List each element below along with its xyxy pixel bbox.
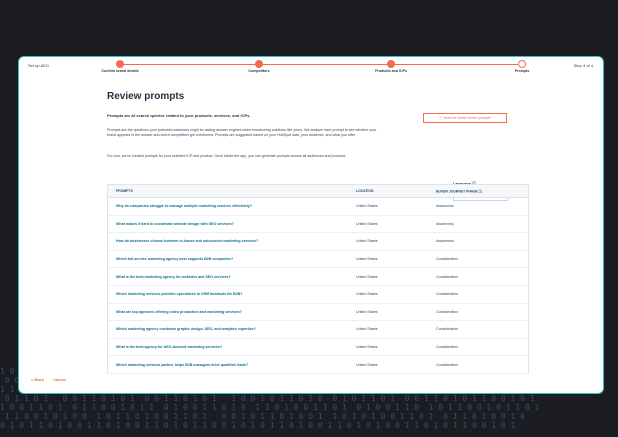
- table-row[interactable]: What makes it hard to coordinate website…: [108, 216, 528, 234]
- location-text: United States: [356, 327, 378, 332]
- phase-text: Consideration: [436, 327, 459, 332]
- table-row[interactable]: Why do companies struggle to manage mult…: [108, 198, 528, 216]
- header-buyer-journey-phase: BUYER JOURNEY PHASE ⓘ: [436, 189, 483, 194]
- location-text: United States: [356, 257, 378, 262]
- step-4-current-icon: [518, 60, 526, 68]
- location-text: United States: [356, 362, 378, 367]
- step-3-complete-icon: [387, 60, 395, 68]
- page-subtitle: Prompts are AI search queries related to…: [107, 113, 251, 118]
- intro-paragraph: Prompts are the questions your potential…: [107, 128, 377, 138]
- step-1-complete-icon: [116, 60, 124, 68]
- prompt-text[interactable]: Which full-service marketing agency best…: [116, 257, 233, 261]
- setup-title: Set up AEO: [28, 63, 49, 68]
- setup-wizard-window: Set up AEO Confirm brand details Competi…: [18, 56, 604, 394]
- location-text: United States: [356, 292, 378, 297]
- step-2-label: Competitors: [248, 69, 270, 73]
- table-row[interactable]: Which full-service marketing agency best…: [108, 251, 528, 269]
- scope-paragraph: For now, we've created prompts for your …: [107, 154, 347, 158]
- phase-text: Consideration: [436, 309, 459, 314]
- location-text: United States: [356, 309, 378, 314]
- step-3-label: Products and ICPs: [375, 69, 407, 73]
- page-title: Review prompts: [107, 91, 185, 102]
- table-row[interactable]: What is the best marketing agency for we…: [108, 268, 528, 286]
- wizard-progress-bar: Set up AEO Confirm brand details Competi…: [19, 57, 603, 83]
- location-text: United States: [356, 345, 378, 350]
- phase-text: Consideration: [436, 274, 459, 279]
- progress-line: [120, 64, 522, 65]
- prompt-text[interactable]: How do businesses choose between in-hous…: [116, 239, 258, 243]
- table-row[interactable]: How do businesses choose between in-hous…: [108, 233, 528, 251]
- location-text: United States: [356, 221, 378, 226]
- info-icon: ⓘ: [478, 189, 483, 194]
- location-text: United States: [356, 239, 378, 244]
- prompt-text[interactable]: What is the best marketing agency for we…: [116, 275, 231, 279]
- table-header: PROMPTS LOCATION BUYER JOURNEY PHASE ⓘ: [108, 185, 528, 198]
- phase-text: Awareness: [436, 204, 454, 209]
- prompt-text[interactable]: What makes it hard to coordinate website…: [116, 222, 234, 226]
- location-text: United States: [356, 274, 378, 279]
- table-row[interactable]: Which marketing agency combines graphic …: [108, 321, 528, 339]
- table-row[interactable]: Which marketing services provider specia…: [108, 286, 528, 304]
- header-location: LOCATION: [356, 189, 374, 193]
- phase-text: Consideration: [436, 362, 459, 367]
- back-button[interactable]: < Back: [31, 377, 44, 382]
- location-text: United States: [356, 204, 378, 209]
- step-4-label: Prompts: [514, 69, 530, 73]
- cancel-button[interactable]: Cancel: [53, 377, 66, 382]
- prompt-text[interactable]: Which marketing services provider specia…: [116, 292, 242, 296]
- prompt-text[interactable]: What is the best agency for AEO-focused …: [116, 345, 222, 349]
- prompt-text[interactable]: Why do companies struggle to manage mult…: [116, 204, 252, 208]
- how-we-chose-label: How we chose these prompts: [443, 116, 491, 120]
- how-we-chose-button[interactable]: ⓘ How we chose these prompts: [423, 113, 507, 123]
- header-prompts: PROMPTS: [116, 189, 133, 193]
- prompts-table: PROMPTS LOCATION BUYER JOURNEY PHASE ⓘ W…: [107, 184, 529, 374]
- prompt-text[interactable]: Which marketing agency combines graphic …: [116, 327, 256, 331]
- prompt-text[interactable]: What are top agencies offering video pro…: [116, 310, 242, 314]
- step-2-complete-icon: [255, 60, 263, 68]
- table-row[interactable]: What is the best agency for AEO-focused …: [108, 339, 528, 357]
- phase-text: Consideration: [436, 257, 459, 262]
- phase-text: Consideration: [436, 345, 459, 350]
- phase-text: Awareness: [436, 221, 454, 226]
- table-row[interactable]: What are top agencies offering video pro…: [108, 304, 528, 322]
- step-1-label: Confirm brand details: [101, 69, 139, 73]
- table-row[interactable]: Which marketing services partner helps B…: [108, 356, 528, 374]
- wizard-footer: < Back Cancel: [31, 377, 74, 382]
- prompt-text[interactable]: Which marketing services partner helps B…: [116, 363, 248, 367]
- info-icon: ⓘ: [439, 116, 443, 120]
- step-counter: Step 4 of 4: [573, 63, 593, 68]
- phase-text: Awareness: [436, 239, 454, 244]
- phase-text: Consideration: [436, 292, 459, 297]
